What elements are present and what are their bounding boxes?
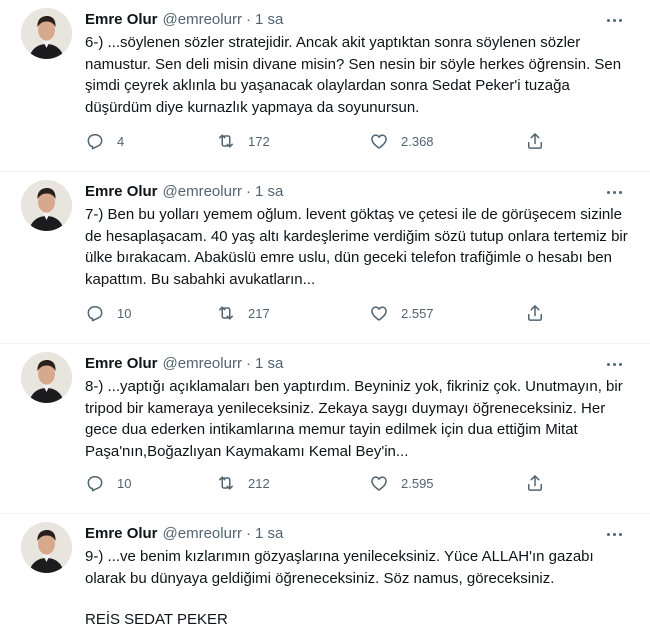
- reply-count: 4: [117, 133, 125, 149]
- author-name[interactable]: Emre Olur: [85, 11, 158, 28]
- reply-icon: [87, 134, 103, 150]
- separator-dot: ·: [245, 182, 251, 200]
- tweet-text: 6-) ...söylenen sözler stratejidir. Anca…: [85, 34, 622, 116]
- separator-dot: ·: [245, 524, 251, 542]
- more-horizontal-icon[interactable]: [603, 355, 625, 373]
- tweet-actions: 10 217 2.557: [85, 303, 555, 323]
- timestamp[interactable]: 1 sa: [255, 11, 283, 28]
- timestamp[interactable]: 1 sa: [255, 355, 283, 372]
- retweet-button[interactable]: 217: [216, 303, 270, 323]
- tweet-feed: Emre Olur @emreolurr · 1 sa 6-) ...söyle…: [0, 0, 650, 635]
- retweet-button[interactable]: 172: [216, 131, 270, 151]
- reply-button[interactable]: 10: [85, 303, 131, 323]
- heart-icon: [371, 134, 387, 149]
- like-count: 2.368: [401, 133, 434, 149]
- author-handle[interactable]: @emreolurr: [163, 355, 242, 372]
- tweet[interactable]: Emre Olur @emreolurr · 1 sa 7-) Ben bu y…: [0, 172, 650, 344]
- share-icon: [528, 133, 542, 149]
- like-button[interactable]: 2.595: [369, 473, 434, 493]
- author-handle[interactable]: @emreolurr: [163, 183, 242, 200]
- retweet-icon: [219, 134, 233, 148]
- heart-icon: [371, 306, 387, 321]
- tweet[interactable]: Emre Olur @emreolurr · 1 sa 8-) ...yaptı…: [0, 344, 650, 514]
- tweet-actions: 10 212 2.595: [85, 473, 555, 493]
- reply-count: 10: [117, 475, 132, 491]
- avatar[interactable]: [21, 522, 72, 573]
- like-count: 2.595: [401, 475, 434, 491]
- reply-button[interactable]: 10: [85, 473, 131, 493]
- share-icon: [528, 475, 542, 491]
- like-button[interactable]: 2.368: [369, 131, 434, 151]
- timestamp[interactable]: 1 sa: [255, 183, 283, 200]
- avatar[interactable]: [21, 352, 72, 403]
- tweet-text: 9-) ...ve benim kızlarımın gözyaşlarına …: [85, 548, 594, 587]
- more-horizontal-icon[interactable]: [603, 525, 625, 543]
- tweet-header: Emre Olur @emreolurr · 1 sa: [85, 9, 635, 29]
- retweet-button[interactable]: 212: [216, 473, 270, 493]
- reply-icon: [87, 306, 103, 322]
- share-icon: [528, 305, 542, 321]
- more-horizontal-icon[interactable]: [603, 183, 625, 201]
- author-name[interactable]: Emre Olur: [85, 525, 158, 542]
- retweet-count: 212: [248, 475, 270, 491]
- reply-icon: [87, 476, 103, 492]
- reply-count: 10: [117, 305, 132, 321]
- retweet-icon: [219, 306, 233, 320]
- tweet-actions: 4 172 2.368: [85, 131, 555, 151]
- tweet[interactable]: Emre Olur @emreolurr · 1 sa 6-) ...söyle…: [0, 0, 650, 172]
- tweet-signature: REİS SEDAT PEKER: [85, 611, 228, 628]
- tweet-text: 8-) ...yaptığı açıklamaları ben yaptırdı…: [85, 378, 623, 460]
- retweet-count: 217: [248, 305, 270, 321]
- tweet-header: Emre Olur @emreolurr · 1 sa: [85, 181, 635, 201]
- share-button[interactable]: [525, 131, 545, 151]
- share-button[interactable]: [525, 303, 545, 323]
- reply-button[interactable]: 4: [85, 131, 124, 151]
- more-horizontal-icon[interactable]: [603, 11, 625, 29]
- timestamp[interactable]: 1 sa: [255, 525, 283, 542]
- avatar[interactable]: [21, 8, 72, 59]
- tweet-text: 7-) Ben bu yolları yemem oğlum. levent g…: [85, 206, 628, 288]
- avatar[interactable]: [21, 180, 72, 231]
- share-button[interactable]: [525, 473, 545, 493]
- separator-dot: ·: [245, 354, 251, 372]
- tweet-header: Emre Olur @emreolurr · 1 sa: [85, 353, 635, 373]
- retweet-count: 172: [248, 133, 270, 149]
- tweet-header: Emre Olur @emreolurr · 1 sa: [85, 523, 635, 543]
- tweet[interactable]: Emre Olur @emreolurr · 1 sa 9-) ...ve be…: [0, 514, 650, 635]
- retweet-icon: [219, 476, 233, 490]
- separator-dot: ·: [245, 10, 251, 28]
- author-handle[interactable]: @emreolurr: [163, 525, 242, 542]
- like-button[interactable]: 2.557: [369, 303, 434, 323]
- author-name[interactable]: Emre Olur: [85, 183, 158, 200]
- heart-icon: [371, 476, 387, 491]
- like-count: 2.557: [401, 305, 434, 321]
- author-name[interactable]: Emre Olur: [85, 355, 158, 372]
- author-handle[interactable]: @emreolurr: [163, 11, 242, 28]
